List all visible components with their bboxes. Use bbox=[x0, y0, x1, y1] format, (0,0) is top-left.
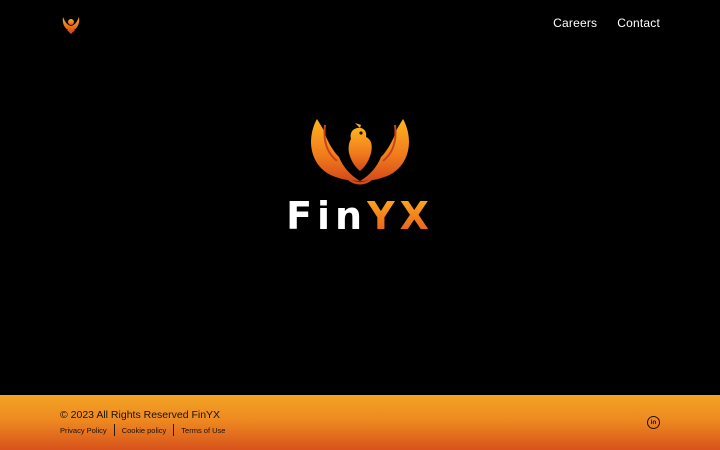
footer-links: Privacy Policy Cookie policy Terms of Us… bbox=[60, 424, 225, 436]
hero-logo: Fin YX bbox=[260, 115, 460, 240]
copyright-text: © 2023 All Rights Reserved FinYX bbox=[60, 409, 221, 421]
main-nav: Careers Contact bbox=[553, 16, 660, 30]
nav-contact-link[interactable]: Contact bbox=[617, 16, 660, 30]
brand-name-part2: YX bbox=[367, 194, 434, 238]
divider bbox=[113, 424, 115, 436]
linkedin-icon[interactable]: in bbox=[647, 416, 660, 429]
cookie-policy-link[interactable]: Cookie policy bbox=[122, 426, 167, 435]
phoenix-icon bbox=[311, 119, 409, 185]
phoenix-icon[interactable] bbox=[60, 13, 82, 35]
brand-name: Fin YX bbox=[260, 191, 460, 241]
divider bbox=[173, 424, 175, 436]
privacy-policy-link[interactable]: Privacy Policy bbox=[60, 426, 107, 435]
site-footer: © 2023 All Rights Reserved FinYX Privacy… bbox=[0, 395, 720, 450]
site-header: Careers Contact bbox=[0, 0, 720, 46]
brand-name-part1: Fin bbox=[286, 194, 368, 238]
nav-careers-link[interactable]: Careers bbox=[553, 16, 597, 30]
terms-of-use-link[interactable]: Terms of Use bbox=[181, 426, 225, 435]
